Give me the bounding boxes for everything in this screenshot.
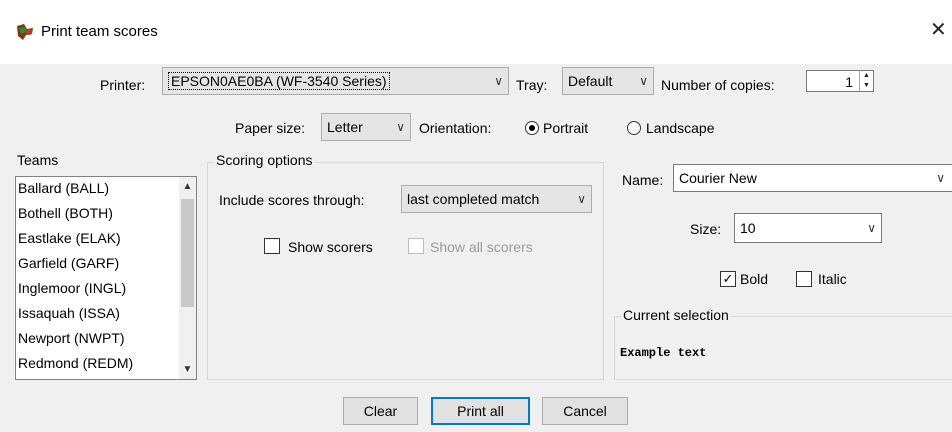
italic-checkbox[interactable] [796, 271, 812, 287]
chevron-down-icon: ∨ [577, 192, 586, 206]
list-item[interactable]: Garfield (GARF) [18, 255, 119, 271]
show-scorers-checkbox[interactable] [264, 238, 280, 254]
print-all-button[interactable]: Print all [431, 397, 530, 425]
scroll-thumb[interactable] [181, 199, 194, 307]
scroll-down-icon[interactable]: ▼ [179, 364, 196, 375]
teams-scrollbar[interactable]: ▲ ▼ [179, 177, 196, 379]
paper-size-select[interactable]: Letter ∨ [321, 113, 411, 141]
italic-label: Italic [818, 271, 847, 287]
title-bar: Print team scores ✕ [0, 0, 952, 64]
bold-checkbox[interactable]: ✓ [720, 271, 736, 287]
chevron-down-icon: ∨ [494, 74, 503, 88]
teams-list[interactable]: Ballard (BALL) Bothell (BOTH) Eastlake (… [15, 176, 197, 380]
list-item[interactable]: Newport (NWPT) [18, 330, 125, 346]
include-scores-select[interactable]: last completed match ∨ [401, 185, 592, 213]
show-scorers-label: Show scorers [288, 239, 373, 255]
scroll-up-icon[interactable]: ▲ [179, 181, 196, 192]
example-text: Example text [620, 346, 707, 360]
teams-title: Teams [17, 152, 59, 168]
clear-button[interactable]: Clear [343, 397, 418, 425]
show-all-scorers-checkbox [408, 238, 424, 254]
portrait-label: Portrait [543, 120, 589, 136]
font-size-value: 10 [740, 220, 756, 236]
tray-value: Default [568, 73, 613, 89]
bold-label: Bold [740, 271, 769, 287]
check-icon: ✓ [722, 271, 734, 286]
spin-up-icon[interactable]: ▲ [860, 71, 873, 81]
list-item[interactable]: Eastlake (ELAK) [18, 230, 121, 246]
cancel-button[interactable]: Cancel [542, 397, 628, 425]
scoring-options-title: Scoring options [214, 152, 315, 168]
chevron-down-icon: ∨ [867, 221, 876, 235]
orientation-label: Orientation: [419, 120, 492, 136]
current-selection-title: Current selection [621, 307, 731, 323]
chevron-down-icon: ∨ [639, 74, 648, 88]
list-item[interactable]: Issaquah (ISSA) [18, 305, 120, 321]
font-name-label: Name: [622, 172, 664, 188]
landscape-label: Landscape [646, 120, 715, 136]
copies-label: Number of copies: [661, 77, 775, 93]
printer-label: Printer: [100, 77, 146, 93]
chevron-down-icon: ∨ [936, 171, 945, 185]
app-icon [15, 22, 35, 42]
close-icon[interactable]: ✕ [930, 20, 947, 40]
copies-spinner[interactable]: 1 ▲ ▼ [806, 70, 874, 92]
printer-value: EPSON0AE0BA (WF-3540 Series) [168, 72, 390, 90]
list-item[interactable]: Bothell (BOTH) [18, 205, 113, 221]
tray-select[interactable]: Default ∨ [562, 67, 654, 95]
include-scores-label: Include scores through: [219, 192, 365, 208]
font-size-label: Size: [690, 221, 722, 237]
font-name-select[interactable]: Courier New ∨ [673, 164, 952, 192]
list-item[interactable]: Inglemoor (INGL) [18, 280, 126, 296]
spin-down-icon[interactable]: ▼ [860, 81, 873, 91]
copies-value: 1 [845, 74, 853, 90]
chevron-down-icon: ∨ [396, 120, 405, 134]
include-scores-value: last completed match [407, 191, 540, 207]
paper-size-value: Letter [327, 119, 363, 135]
landscape-radio[interactable] [627, 121, 641, 135]
window-title: Print team scores [41, 23, 158, 40]
list-item[interactable]: Redmond (REDM) [18, 355, 133, 371]
show-all-scorers-label: Show all scorers [430, 239, 533, 255]
portrait-radio[interactable] [525, 121, 539, 135]
printer-select[interactable]: EPSON0AE0BA (WF-3540 Series) ∨ [162, 67, 509, 95]
font-name-value: Courier New [679, 170, 757, 186]
font-size-select[interactable]: 10 ∨ [734, 213, 882, 243]
tray-label: Tray: [516, 77, 548, 93]
paper-size-label: Paper size: [235, 120, 306, 136]
list-item[interactable]: Ballard (BALL) [18, 180, 109, 196]
dialog-content: Printer: EPSON0AE0BA (WF-3540 Series) ∨ … [0, 64, 952, 432]
